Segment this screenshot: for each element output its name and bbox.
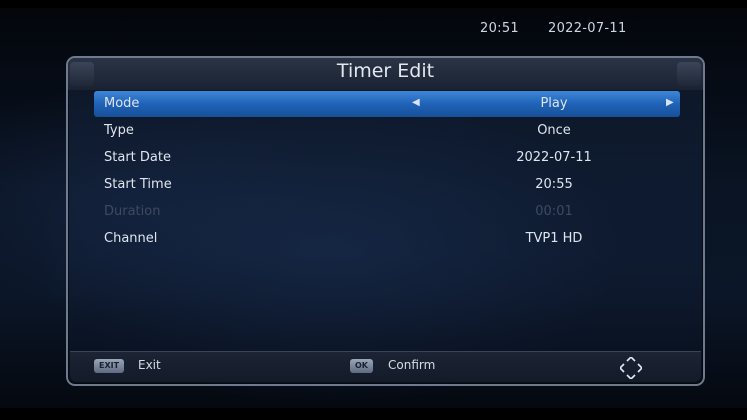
row-type[interactable]: Type Once	[94, 118, 680, 144]
tv-screen: 20:51 2022-07-11 Timer Edit Mode ◀ Play …	[0, 0, 747, 420]
row-value: 20:55	[535, 177, 573, 192]
row-value: Once	[537, 123, 571, 138]
clock-time: 20:51	[480, 21, 519, 36]
right-arrow-icon[interactable]: ▶	[666, 97, 674, 108]
row-label: Start Time	[104, 177, 172, 192]
exit-hint: Exit	[138, 358, 161, 372]
exit-key-button[interactable]: EXIT	[94, 359, 125, 373]
row-duration: Duration 00:01	[94, 199, 680, 225]
left-arrow-icon[interactable]: ◀	[412, 97, 420, 108]
letterbox-bottom	[0, 408, 747, 420]
row-mode[interactable]: Mode ◀ Play ▶	[94, 91, 680, 117]
row-label: Duration	[104, 204, 161, 219]
row-channel[interactable]: Channel TVP1 HD	[94, 226, 680, 252]
row-label: Type	[104, 123, 134, 138]
dialog-header: Timer Edit	[68, 58, 703, 90]
row-start-date[interactable]: Start Date 2022-07-11	[94, 145, 680, 171]
row-value: 2022-07-11	[516, 150, 592, 165]
row-value: TVP1 HD	[525, 231, 583, 246]
confirm-hint: Confirm	[388, 358, 436, 372]
row-label: Start Date	[104, 150, 171, 165]
row-value: Play	[540, 96, 568, 111]
row-label: Channel	[104, 231, 158, 246]
ok-key-button[interactable]: OK	[350, 359, 373, 373]
timer-edit-dialog: Timer Edit Mode ◀ Play ▶ Type Once Start…	[66, 56, 705, 386]
dialog-title: Timer Edit	[336, 60, 435, 82]
letterbox-top	[0, 0, 747, 8]
dialog-footer: EXIT Exit OK Confirm	[70, 351, 701, 382]
clock-date: 2022-07-11	[548, 21, 627, 36]
row-label: Mode	[104, 96, 140, 111]
navigation-diamond-icon	[620, 357, 642, 379]
row-start-time[interactable]: Start Time 20:55	[94, 172, 680, 198]
row-value: 00:01	[535, 204, 573, 219]
